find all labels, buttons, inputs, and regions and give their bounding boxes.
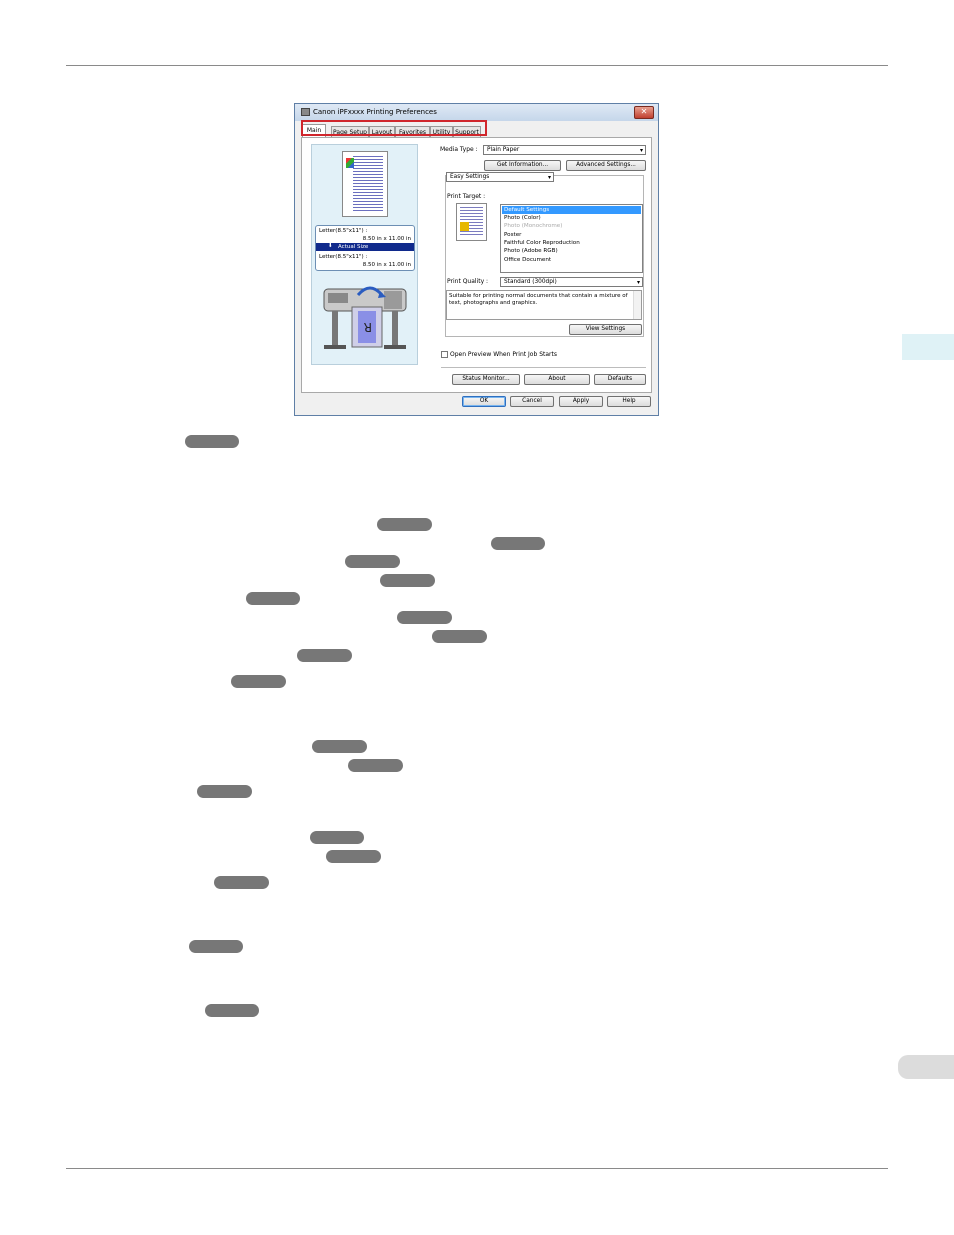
- print-target-description: Suitable for printing normal documents t…: [446, 290, 642, 320]
- media-type-label: Media Type :: [440, 146, 478, 153]
- print-quality-select[interactable]: Standard (300dpi): [500, 277, 643, 287]
- list-item[interactable]: Photo (Color): [502, 214, 641, 222]
- print-target-label: Print Target :: [447, 193, 486, 200]
- reference-link[interactable]: [214, 876, 269, 889]
- index-side-tab: [898, 1055, 954, 1079]
- list-item[interactable]: Photo (Adobe RGB): [502, 247, 641, 255]
- list-item[interactable]: Office Document: [502, 256, 641, 264]
- actual-size-row: ⬇ Actual Size: [316, 243, 414, 251]
- thumbnail-image-icon: [346, 158, 354, 168]
- page-thumbnail: [342, 151, 388, 217]
- chapter-side-tab: [902, 334, 954, 360]
- reference-link[interactable]: [345, 555, 400, 568]
- settings-mode-select[interactable]: Easy Settings: [446, 172, 554, 182]
- reference-link[interactable]: [326, 850, 381, 863]
- main-tab-panel: Letter(8.5"x11") : 8.50 in x 11.00 in ⬇ …: [301, 137, 652, 393]
- reference-link[interactable]: [348, 759, 403, 772]
- svg-text:R: R: [364, 320, 372, 334]
- list-item[interactable]: Faithful Color Reproduction: [502, 239, 641, 247]
- output-size-value: 8.50 in x 11.00 in: [362, 262, 411, 268]
- print-target-preview-icon: [456, 203, 487, 241]
- tabs-highlight-box: [301, 120, 487, 136]
- reference-link[interactable]: [310, 831, 364, 844]
- printer-icon: [301, 108, 310, 116]
- printing-preferences-dialog: Canon iPFxxxx Printing Preferences ✕ Mai…: [294, 103, 659, 416]
- media-type-select[interactable]: Plain Paper: [483, 145, 646, 155]
- print-target-list[interactable]: Default Settings Photo (Color) Photo (Mo…: [500, 204, 643, 273]
- close-button[interactable]: ✕: [634, 106, 654, 119]
- reference-link[interactable]: [297, 649, 352, 662]
- open-preview-label: Open Preview When Print Job Starts: [450, 351, 557, 358]
- reference-link[interactable]: [185, 435, 239, 448]
- apply-button[interactable]: Apply: [559, 396, 603, 407]
- print-quality-label: Print Quality :: [447, 278, 489, 285]
- list-item[interactable]: Default Settings: [502, 206, 641, 214]
- reference-link[interactable]: [205, 1004, 259, 1017]
- reference-link[interactable]: [380, 574, 435, 587]
- advanced-settings-button[interactable]: Advanced Settings...: [566, 160, 646, 171]
- reference-link[interactable]: [377, 518, 432, 531]
- status-monitor-button[interactable]: Status Monitor...: [452, 374, 520, 385]
- get-information-button[interactable]: Get Information...: [484, 160, 561, 171]
- reference-link[interactable]: [491, 537, 545, 550]
- reference-link[interactable]: [397, 611, 452, 624]
- paper-size-info: Letter(8.5"x11") : 8.50 in x 11.00 in ⬇ …: [315, 225, 415, 271]
- cancel-button[interactable]: Cancel: [510, 396, 554, 407]
- open-preview-checkbox[interactable]: [441, 351, 448, 358]
- header-rule: [66, 65, 888, 66]
- reference-link[interactable]: [189, 940, 243, 953]
- reference-link[interactable]: [197, 785, 252, 798]
- reference-link[interactable]: [312, 740, 367, 753]
- reference-link[interactable]: [432, 630, 487, 643]
- ok-button[interactable]: OK: [462, 396, 506, 407]
- description-text: Suitable for printing normal documents t…: [449, 293, 628, 306]
- easy-settings-group: Easy Settings Print Target : Default Set…: [445, 172, 644, 337]
- dialog-titlebar: Canon iPFxxxx Printing Preferences ✕: [295, 104, 658, 121]
- view-settings-button[interactable]: View Settings: [569, 324, 642, 335]
- list-item: Photo (Monochrome): [504, 223, 563, 229]
- actual-size-label: Actual Size: [338, 244, 369, 250]
- defaults-button[interactable]: Defaults: [594, 374, 646, 385]
- original-size-value: 8.50 in x 11.00 in: [362, 236, 411, 242]
- reference-link[interactable]: [231, 675, 286, 688]
- original-size-label: Letter(8.5"x11") :: [319, 228, 368, 234]
- description-scrollbar[interactable]: [633, 291, 641, 319]
- printer-illustration-icon: R: [323, 286, 407, 349]
- output-size-label: Letter(8.5"x11") :: [319, 254, 368, 260]
- list-item[interactable]: Poster: [502, 231, 641, 239]
- print-preview-area: Letter(8.5"x11") : 8.50 in x 11.00 in ⬇ …: [311, 144, 418, 365]
- arrow-down-icon: ⬇: [328, 243, 333, 249]
- footer-rule: [66, 1168, 888, 1169]
- reference-link[interactable]: [246, 592, 300, 605]
- about-button[interactable]: About: [524, 374, 590, 385]
- dialog-title: Canon iPFxxxx Printing Preferences: [313, 108, 437, 116]
- panel-divider: [441, 367, 646, 368]
- help-button[interactable]: Help: [607, 396, 651, 407]
